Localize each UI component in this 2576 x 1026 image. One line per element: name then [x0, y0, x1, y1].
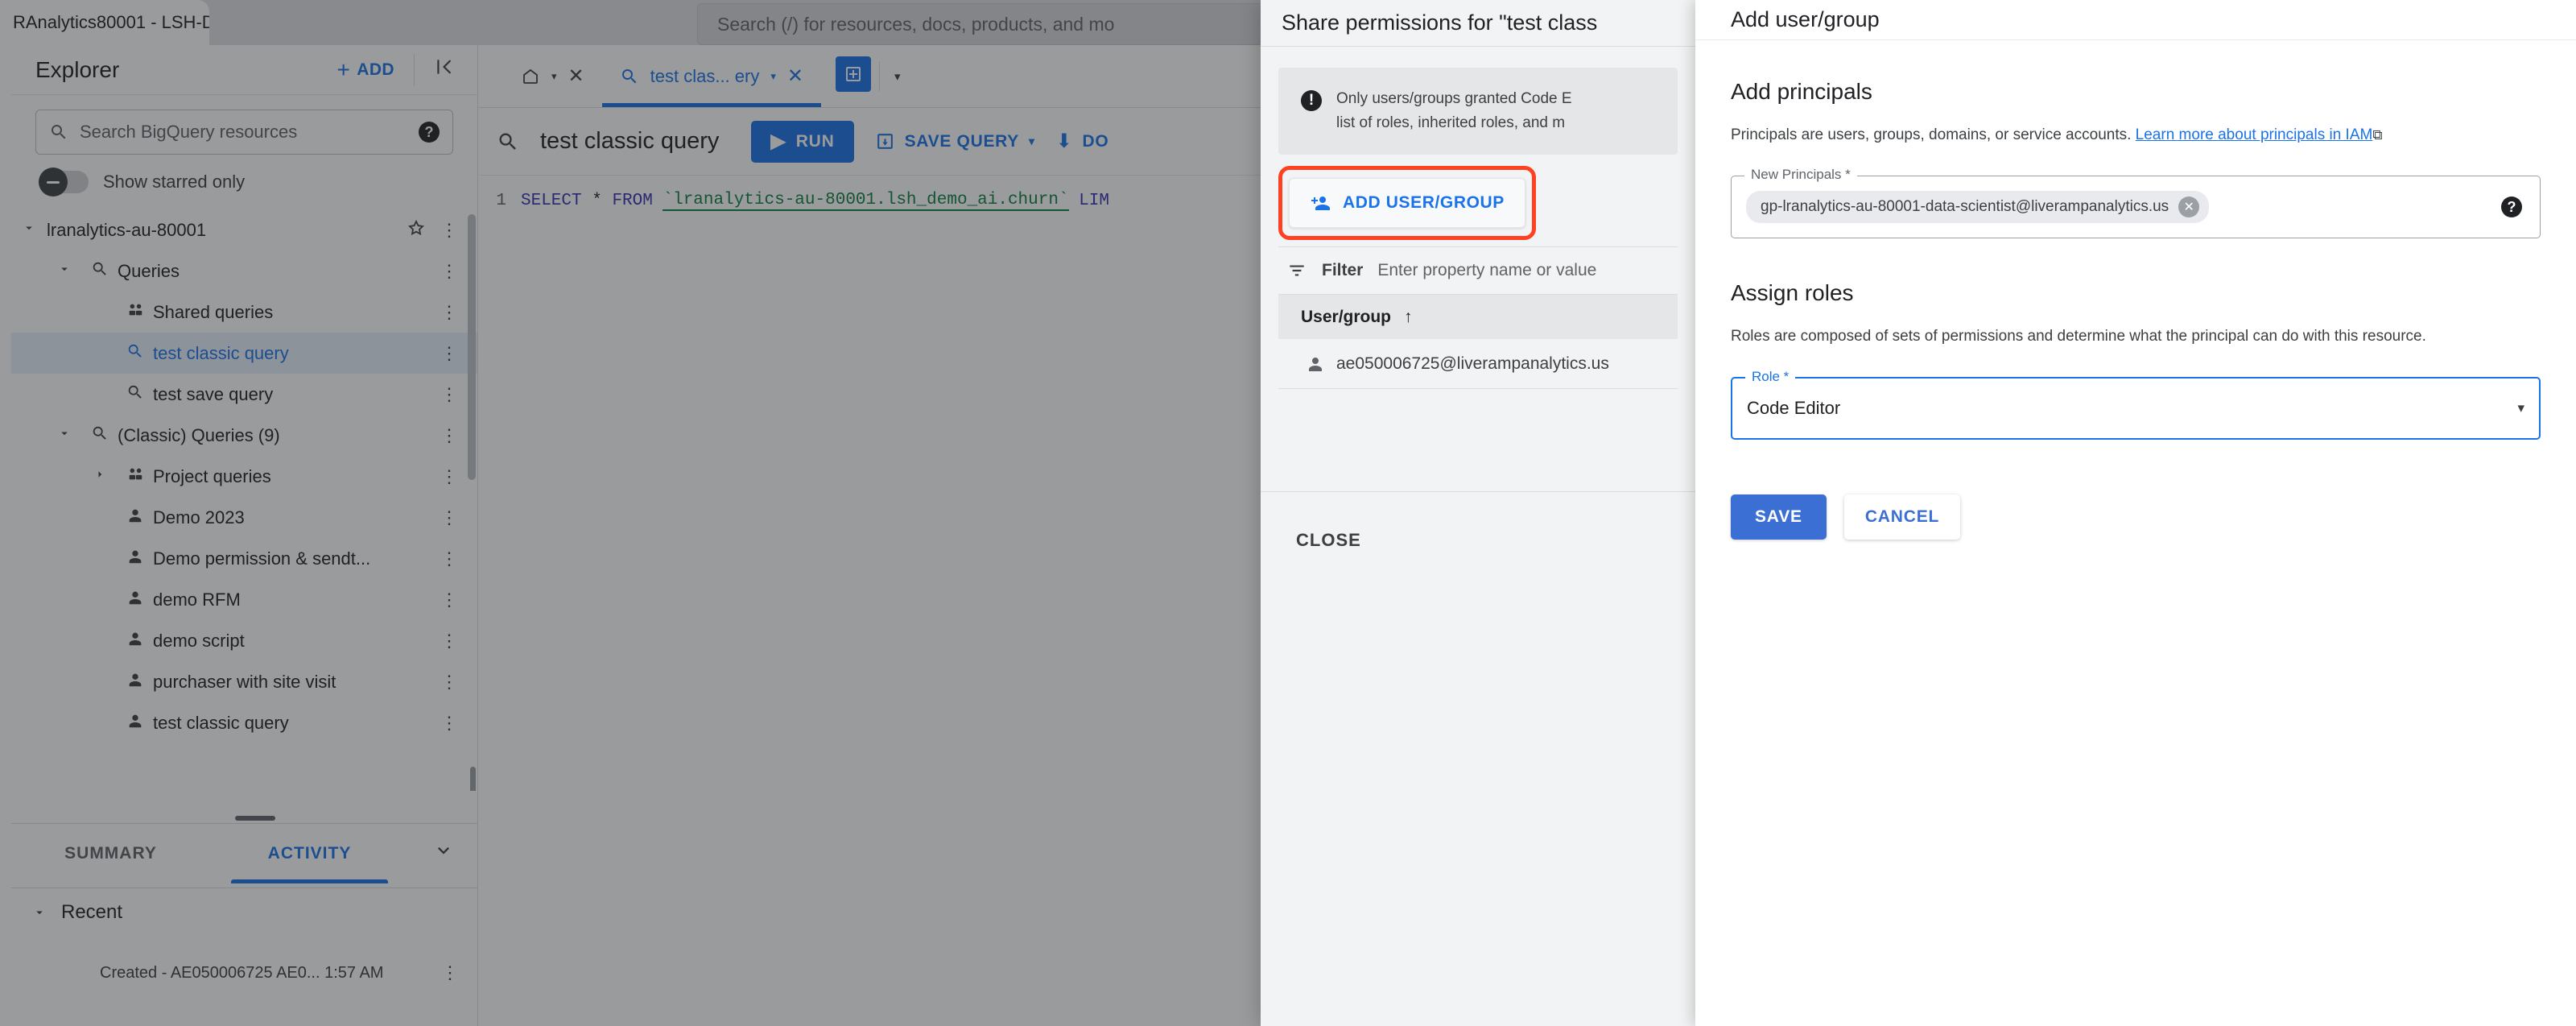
cancel-button-label: CANCEL: [1864, 507, 1940, 526]
assign-roles-description: Roles are composed of sets of permission…: [1731, 328, 2426, 345]
principals-desc-text: Principals are users, groups, domains, o…: [1731, 126, 2132, 143]
filter-input-placeholder: Enter property name or value: [1377, 261, 1597, 279]
add-user-group-button[interactable]: ADD USER/GROUP: [1289, 178, 1525, 228]
principal-chip-label: gp-lranalytics-au-80001-data-scientist@l…: [1761, 198, 2169, 215]
save-button-label: SAVE: [1755, 507, 1802, 526]
sort-ascending-icon: ↑: [1404, 307, 1413, 326]
share-permissions-dialog: Share permissions for "test class ! Only…: [1261, 0, 1695, 1026]
close-button[interactable]: CLOSE: [1296, 530, 1361, 551]
filter-label: Filter: [1322, 261, 1364, 279]
learn-more-link[interactable]: Learn more about principals in IAM: [2136, 126, 2373, 143]
info-line-2: list of roles, inherited roles, and m: [1336, 114, 1566, 131]
info-line-1: Only users/groups granted Code E: [1336, 90, 1572, 107]
share-dialog-title: Share permissions for "test class: [1261, 0, 1695, 47]
new-principals-label: New Principals *: [1744, 167, 1857, 183]
permissions-table-header[interactable]: User/group ↑: [1278, 294, 1678, 339]
add-principals-heading: Add principals: [1731, 79, 1872, 104]
add-principals-description: Principals are users, groups, domains, o…: [1731, 122, 2541, 148]
table-cell-user-group: ae050006725@liverampanalytics.us: [1336, 354, 1609, 373]
add-person-icon: [1311, 197, 1330, 210]
person-icon: [1309, 357, 1322, 371]
info-icon: !: [1301, 90, 1322, 111]
add-user-group-label: ADD USER/GROUP: [1343, 193, 1505, 212]
filter-icon: [1290, 265, 1304, 276]
add-user-panel-title: Add user/group: [1695, 0, 2576, 40]
principal-chip[interactable]: gp-lranalytics-au-80001-data-scientist@l…: [1746, 191, 2210, 223]
share-dialog-body: ! Only users/groups granted Code E list …: [1261, 47, 1695, 389]
external-link-icon: ⧉: [2372, 127, 2383, 143]
table-row[interactable]: ae050006725@liverampanalytics.us: [1278, 339, 1678, 389]
info-banner-text: Only users/groups granted Code E list of…: [1336, 87, 1572, 135]
role-field-label: Role *: [1745, 369, 1796, 385]
chip-remove-icon[interactable]: ✕: [2178, 197, 2200, 217]
role-select[interactable]: Role * Code Editor ▾: [1731, 369, 2541, 440]
chevron-down-icon[interactable]: ▾: [2517, 400, 2524, 416]
panel-actions: SAVE CANCEL: [1731, 494, 2541, 540]
column-header-user-group: User/group: [1301, 307, 1392, 326]
add-user-panel-body: Add principals Principals are users, gro…: [1695, 40, 2576, 540]
assign-roles-heading: Assign roles: [1731, 280, 1854, 305]
filter-row[interactable]: Filter Enter property name or value: [1278, 246, 1678, 294]
role-selected-value: Code Editor: [1747, 398, 1841, 418]
new-principals-field[interactable]: New Principals * gp-lranalytics-au-80001…: [1731, 167, 2541, 238]
info-banner: ! Only users/groups granted Code E list …: [1278, 68, 1678, 155]
share-dialog-footer: CLOSE: [1261, 491, 1695, 588]
cancel-button[interactable]: CANCEL: [1843, 494, 1961, 540]
add-user-highlight-annotation: ADD USER/GROUP: [1278, 166, 1536, 240]
save-button[interactable]: SAVE: [1731, 494, 1827, 540]
add-user-group-panel: Add user/group Add principals Principals…: [1695, 0, 2576, 1026]
help-icon[interactable]: ?: [2501, 197, 2522, 217]
